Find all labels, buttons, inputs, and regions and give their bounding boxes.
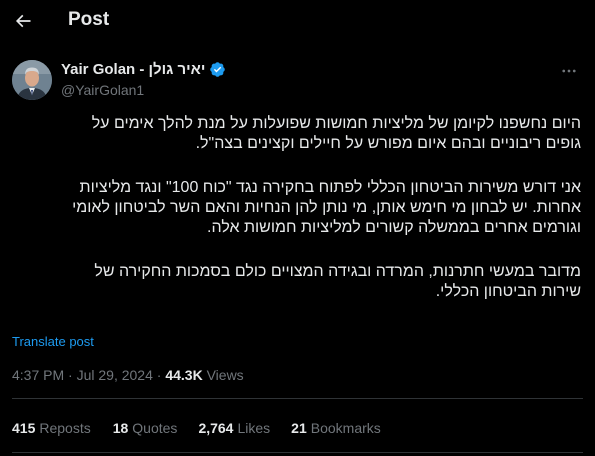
post-meta: 4:37 PM · Jul 29, 2024 · 44.3K Views [12,367,244,383]
arrow-left-icon [15,14,31,28]
tweet-paragraph: מדובר במעשי חתרנות, המרדה ובגידה המצויים… [94,263,581,300]
author-name[interactable]: Yair Golan - יאיר גולן [61,61,205,78]
bookmarks-stat[interactable]: 21 Bookmarks [291,420,381,436]
quotes-count: 18 [112,420,129,436]
likes-count: 2,764 [198,420,234,436]
bookmarks-label: Bookmarks [310,420,381,436]
bookmarks-count: 21 [291,420,307,436]
divider [12,398,583,399]
post-date[interactable]: Jul 29, 2024 [77,367,153,383]
page-title: Post [68,9,110,30]
author-name-row: Yair Golan - יאיר גולן [61,61,226,78]
views-label: Views [206,367,244,383]
divider [12,452,583,453]
avatar[interactable] [12,60,52,100]
meta-separator: · [68,367,73,383]
likes-stat[interactable]: 2,764 Likes [198,420,270,436]
views-count: 44.3K [165,367,203,383]
top-bar: Post [0,0,595,44]
quotes-label: Quotes [132,420,178,436]
avatar-portrait-icon [12,60,52,100]
author-handle[interactable]: @YairGolan1 [61,82,144,98]
tweet-paragraph: היום נחשפנו לקיומן של מליציות חמושות שפו… [91,115,581,152]
reposts-stat[interactable]: 415 Reposts [12,420,91,436]
more-options-button[interactable] [556,58,582,84]
translate-post-link[interactable]: Translate post [12,334,94,349]
reposts-count: 415 [12,420,36,436]
verified-badge-icon [209,61,226,78]
likes-label: Likes [237,420,271,436]
more-dots-icon [562,69,576,73]
tweet-text: היום נחשפנו לקיומן של מליציות חמושות שפו… [12,114,581,326]
post-time[interactable]: 4:37 PM [12,367,64,383]
reposts-label: Reposts [39,420,91,436]
back-button[interactable] [10,8,36,34]
quotes-stat[interactable]: 18 Quotes [113,420,178,436]
meta-separator: · [156,367,162,383]
engagement-stats: 415 Reposts 18 Quotes 2,764 Likes 21 Boo… [12,420,381,436]
tweet-paragraph: אני דורש משירות הביטחון הכללי לפתוח בחקי… [72,179,581,236]
